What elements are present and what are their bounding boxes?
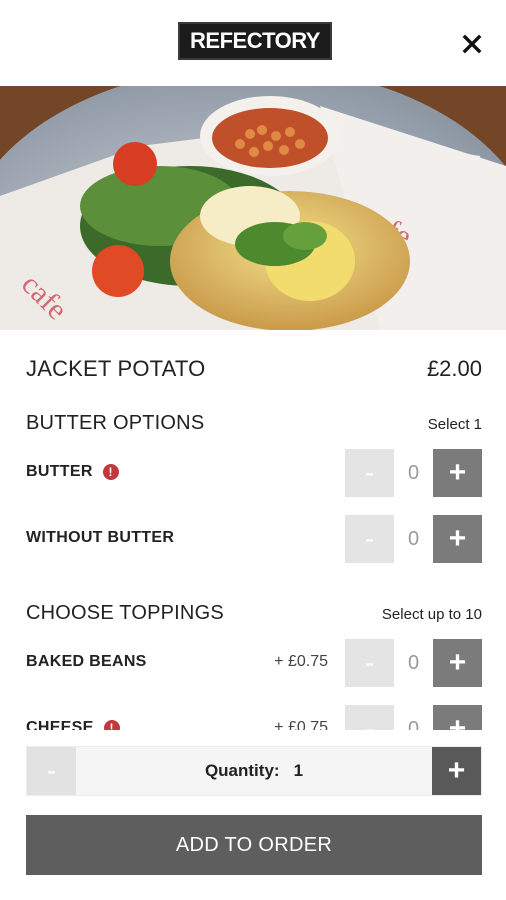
option-label: WITHOUT BUTTER <box>26 529 175 546</box>
decrement-button[interactable]: - <box>345 705 394 730</box>
close-button[interactable] <box>456 28 488 60</box>
option-row-without-butter: WITHOUT BUTTER - 0 + <box>26 515 482 563</box>
decrement-button[interactable]: - <box>345 449 394 497</box>
increment-button[interactable]: + <box>433 449 482 497</box>
item-price: £2.00 <box>426 356 482 381</box>
option-count: 0 <box>407 461 420 484</box>
option-row-baked-beans: BAKED BEANS + £0.75 - 0 + <box>26 639 482 687</box>
quantity-label: Quantity: <box>204 761 280 780</box>
decrement-button[interactable]: - <box>345 515 394 563</box>
section-title: BUTTER OPTIONS <box>26 412 205 434</box>
option-count: 0 <box>407 651 420 674</box>
refectory-logo: REFECTORY <box>178 22 332 60</box>
quantity-stepper: - 0 + <box>345 639 482 687</box>
required-alert-icon: ! <box>102 464 119 480</box>
item-name: JACKET POTATO <box>26 356 206 381</box>
butter-options-header: BUTTER OPTIONS Select 1 <box>26 412 482 438</box>
toppings-header: CHOOSE TOPPINGS Select up to 10 <box>26 602 482 628</box>
quantity-decrement-button[interactable]: - <box>27 747 76 795</box>
quantity-stepper: - 0 + <box>345 515 482 563</box>
quantity-increment-button[interactable]: + <box>432 747 481 795</box>
option-label: BAKED BEANS <box>26 653 147 670</box>
select-note: Select up to 10 <box>381 606 482 623</box>
option-price: + £0.75 <box>274 719 328 730</box>
option-count: 0 <box>407 527 420 550</box>
quantity-display: Quantity: 1 <box>76 747 432 795</box>
product-photo: cafe cafe <box>0 86 506 330</box>
option-row-cheese: CHEESE ! + £0.75 - 0 + <box>26 705 482 730</box>
decrement-button[interactable]: - <box>345 639 394 687</box>
option-price: + £0.75 <box>274 653 328 670</box>
option-row-butter: BUTTER ! - 0 + <box>26 449 482 497</box>
increment-button[interactable]: + <box>433 705 482 730</box>
add-to-order-button[interactable]: ADD TO ORDER <box>26 815 482 875</box>
quantity-stepper: - 0 + <box>345 705 482 730</box>
options-scroll-area[interactable]: JACKET POTATO £2.00 BUTTER OPTIONS Selec… <box>0 330 506 730</box>
header: REFECTORY <box>0 0 506 86</box>
option-count: 0 <box>407 717 420 731</box>
increment-button[interactable]: + <box>433 515 482 563</box>
select-note: Select 1 <box>427 416 482 433</box>
required-alert-icon: ! <box>103 720 120 730</box>
quantity-value: 1 <box>293 761 304 780</box>
quantity-stepper: - 0 + <box>345 449 482 497</box>
option-label: BUTTER ! <box>26 463 119 481</box>
increment-button[interactable]: + <box>433 639 482 687</box>
section-title: CHOOSE TOPPINGS <box>26 602 224 624</box>
close-icon <box>462 34 482 54</box>
option-label: CHEESE ! <box>26 719 120 730</box>
order-quantity-bar: - Quantity: 1 + <box>26 746 482 796</box>
item-header: JACKET POTATO £2.00 <box>26 356 482 386</box>
